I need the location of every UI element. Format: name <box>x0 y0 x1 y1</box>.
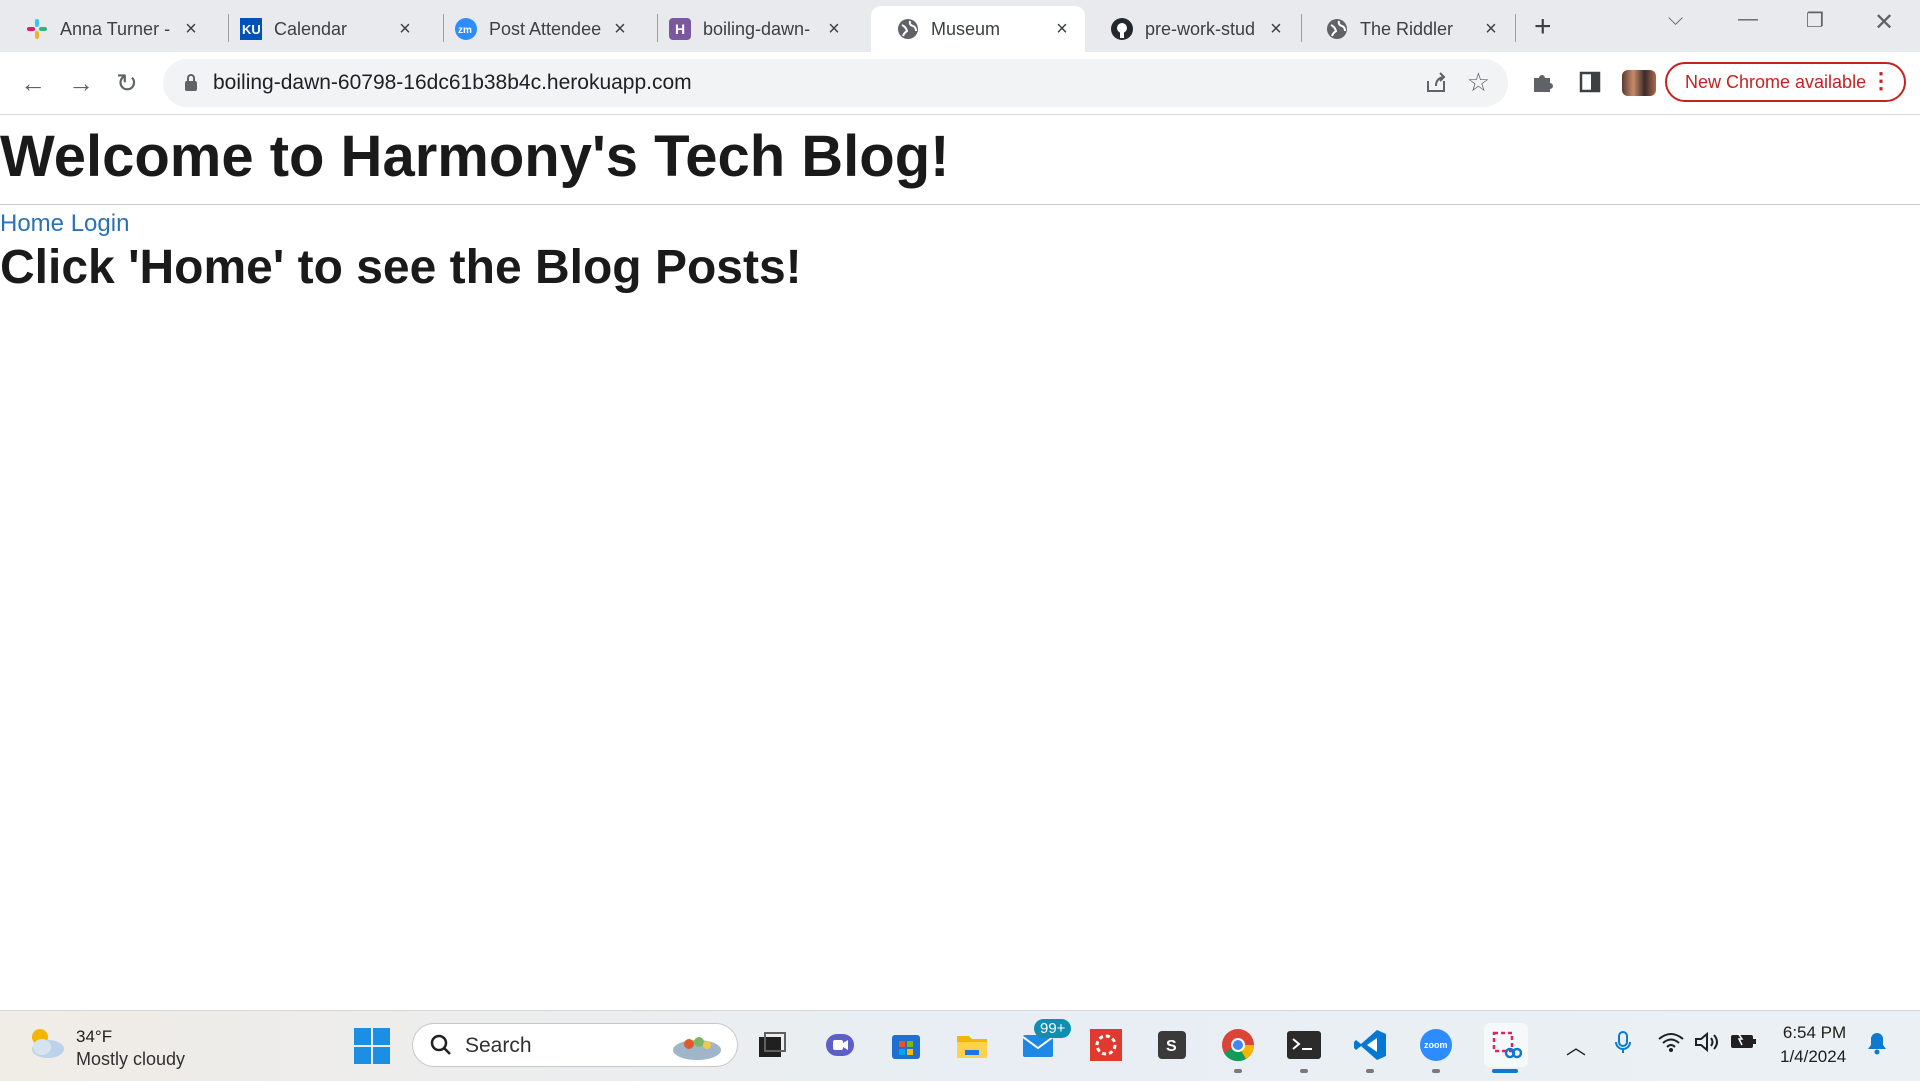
slack-icon <box>26 18 48 40</box>
wifi-icon[interactable] <box>1658 1031 1684 1059</box>
update-label: New Chrome available <box>1685 71 1867 92</box>
new-tab-icon[interactable]: + <box>1534 10 1552 44</box>
weather-widget[interactable]: 34°F Mostly cloudy <box>26 1025 185 1069</box>
system-clock[interactable]: 6:54 PM 1/4/2024 <box>1780 1021 1846 1069</box>
menu-kebab-icon[interactable]: ⋮ <box>1870 68 1892 94</box>
running-indicator <box>1366 1069 1374 1073</box>
tab-title: pre-work-stud <box>1145 18 1256 39</box>
running-indicator <box>1432 1069 1440 1073</box>
github-icon <box>1111 18 1133 40</box>
tab-title: Post Attendee <box>489 18 602 39</box>
minimize-icon[interactable]: — <box>1738 8 1758 31</box>
divider <box>0 204 1920 205</box>
lock-icon[interactable] <box>183 73 199 98</box>
weather-temp: 34°F <box>76 1027 113 1046</box>
teams-chat-icon[interactable] <box>822 1027 858 1063</box>
close-tab-icon[interactable]: × <box>1265 18 1287 41</box>
globe-icon <box>1326 18 1348 40</box>
tab-the-riddler[interactable]: The Riddler × <box>1300 6 1514 52</box>
bookmark-star-icon[interactable]: ☆ <box>1467 67 1490 98</box>
microphone-icon[interactable] <box>1614 1031 1632 1061</box>
tab-search-chevron-icon[interactable]: ⌵ <box>1668 8 1683 31</box>
task-view-icon[interactable] <box>754 1027 790 1063</box>
close-tab-icon[interactable]: × <box>180 18 202 41</box>
taskbar-search-box[interactable]: Search <box>412 1023 738 1067</box>
search-highlight-food-icon <box>669 1030 725 1067</box>
app-s-icon[interactable]: S <box>1154 1027 1190 1063</box>
clock-time: 6:54 PM <box>1782 1023 1847 1042</box>
forward-icon[interactable]: → <box>68 68 94 98</box>
zoom-icon: zm <box>455 18 477 40</box>
microsoft-store-icon[interactable] <box>888 1027 924 1063</box>
close-tab-icon[interactable]: × <box>1480 18 1502 41</box>
search-icon <box>429 1033 453 1062</box>
running-indicator <box>1300 1069 1308 1073</box>
tab-title: Anna Turner - <box>60 18 171 39</box>
battery-icon[interactable] <box>1730 1031 1758 1057</box>
side-panel-icon[interactable] <box>1578 70 1602 99</box>
vscode-icon[interactable] <box>1352 1027 1388 1063</box>
windows-taskbar: 34°F Mostly cloudy Search 99+ S zoom ︿ 6… <box>0 1010 1920 1081</box>
zoom-app-icon[interactable]: zoom <box>1418 1027 1454 1063</box>
tab-calendar[interactable]: KU Calendar × <box>214 6 428 52</box>
volume-icon[interactable] <box>1694 1031 1720 1059</box>
chrome-icon[interactable] <box>1220 1027 1256 1063</box>
extensions-puzzle-icon[interactable] <box>1530 70 1554 99</box>
close-tab-icon[interactable]: × <box>394 18 416 41</box>
close-window-icon[interactable]: ✕ <box>1874 8 1894 37</box>
svg-text:S: S <box>1166 1038 1177 1055</box>
running-indicator <box>1234 1069 1242 1073</box>
tab-title: The Riddler <box>1360 18 1454 39</box>
heroku-icon: H <box>669 18 691 40</box>
cloud-sun-icon <box>26 1029 66 1065</box>
tab-zoom-post-attendee[interactable]: zm Post Attendee × <box>429 6 643 52</box>
nav-link-home[interactable]: Home <box>0 210 64 237</box>
svg-text:KU: KU <box>242 22 261 37</box>
close-tab-icon[interactable]: × <box>609 18 631 41</box>
tab-slack[interactable]: Anna Turner - × <box>0 6 214 52</box>
search-label: Search <box>465 1034 532 1057</box>
windows-start-icon[interactable] <box>354 1028 390 1069</box>
weather-condition: Mostly cloudy <box>76 1049 186 1069</box>
tab-title: Calendar <box>274 18 348 39</box>
svg-text:H: H <box>675 21 685 37</box>
tab-strip: Anna Turner - × KU Calendar × zm Post At… <box>0 0 1920 52</box>
globe-icon <box>897 18 919 40</box>
share-icon[interactable] <box>1424 71 1448 100</box>
nav-link-login[interactable]: Login <box>71 210 130 237</box>
file-explorer-icon[interactable] <box>954 1027 990 1063</box>
tab-museum-active[interactable]: Museum × <box>871 6 1085 52</box>
reload-icon[interactable]: ↻ <box>116 68 138 98</box>
tab-separator <box>1515 14 1516 42</box>
blog-prompt-heading: Click 'Home' to see the Blog Posts! <box>0 241 802 294</box>
site-nav: Home Login <box>0 209 1920 239</box>
svg-text:zoom: zoom <box>1424 1040 1448 1050</box>
browser-toolbar: ← → ↻ boiling-dawn-60798-16dc61b38b4c.he… <box>0 52 1920 115</box>
app-red-icon[interactable] <box>1088 1027 1124 1063</box>
page-title: Welcome to Harmony's Tech Blog! <box>0 124 950 189</box>
active-app-indicator <box>1492 1069 1518 1073</box>
snipping-tool-icon[interactable] <box>1484 1023 1528 1067</box>
new-chrome-available-button[interactable]: New Chrome available ⋮ <box>1665 62 1906 102</box>
ku-icon: KU <box>240 18 262 40</box>
svg-text:zm: zm <box>458 25 472 36</box>
mail-count-badge: 99+ <box>1034 1019 1072 1038</box>
tab-heroku[interactable]: H boiling-dawn- × <box>643 6 857 52</box>
address-bar[interactable]: boiling-dawn-60798-16dc61b38b4c.herokuap… <box>163 59 1508 107</box>
clock-date: 1/4/2024 <box>1780 1047 1847 1066</box>
close-tab-icon[interactable]: × <box>1051 18 1073 41</box>
terminal-icon[interactable] <box>1286 1027 1322 1063</box>
back-icon[interactable]: ← <box>20 68 46 98</box>
close-tab-icon[interactable]: × <box>823 18 845 41</box>
tab-title: Museum <box>931 18 1001 39</box>
tab-github[interactable]: pre-work-stud × <box>1085 6 1299 52</box>
restore-icon[interactable]: ❐ <box>1806 8 1824 33</box>
show-hidden-icons-chevron-icon[interactable]: ︿ <box>1566 1031 1586 1060</box>
tab-title: boiling-dawn- <box>703 18 811 39</box>
url-text[interactable]: boiling-dawn-60798-16dc61b38b4c.herokuap… <box>213 71 692 95</box>
profile-avatar[interactable] <box>1622 70 1656 96</box>
page-content: Welcome to Harmony's Tech Blog! Home Log… <box>0 115 1920 297</box>
notification-bell-icon[interactable] <box>1866 1031 1888 1061</box>
